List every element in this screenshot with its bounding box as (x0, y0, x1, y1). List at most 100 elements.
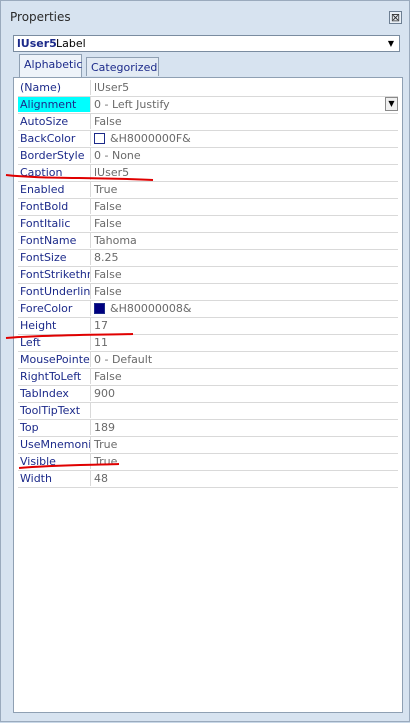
property-row[interactable]: FontSize 8.25 (18, 250, 398, 267)
property-value[interactable]: &H8000000F& (92, 131, 398, 146)
property-row[interactable]: Width 48 (18, 471, 398, 488)
property-row[interactable]: FontStrikethru False (18, 267, 398, 284)
property-value[interactable]: lUser5 (92, 165, 398, 180)
property-value[interactable]: 8.25 (92, 250, 398, 265)
property-row[interactable]: Caption lUser5 (18, 165, 398, 182)
property-value[interactable]: Tahoma (92, 233, 398, 248)
property-row[interactable]: FontUnderline False (18, 284, 398, 301)
property-name: RightToLeft (18, 369, 91, 384)
property-value-text: 48 (94, 472, 108, 485)
property-value[interactable]: 189 (92, 420, 398, 435)
property-name: TabIndex (18, 386, 91, 401)
color-swatch (94, 133, 105, 144)
property-value[interactable]: True (92, 182, 398, 197)
property-name: (Name) (18, 80, 91, 95)
property-value-text: True (94, 438, 118, 451)
property-row[interactable]: Alignment 0 - Left Justify ▼ (18, 97, 398, 114)
property-value-text: 11 (94, 336, 108, 349)
property-value[interactable]: True (92, 454, 398, 469)
property-value[interactable]: 48 (92, 471, 398, 486)
property-value-text: &H8000000F& (110, 132, 191, 145)
property-name: Height (18, 318, 91, 333)
property-value[interactable]: lUser5 (92, 80, 398, 95)
property-value[interactable]: 900 (92, 386, 398, 401)
property-value-text: 17 (94, 319, 108, 332)
property-value-text: 0 - Left Justify (94, 98, 170, 111)
property-row[interactable]: ForeColor &H80000008& (18, 301, 398, 318)
tab-strip: Alphabetic Categorized (13, 54, 403, 78)
property-value[interactable]: False (92, 267, 398, 282)
property-row[interactable]: RightToLeft False (18, 369, 398, 386)
chevron-down-icon[interactable]: ▼ (385, 97, 398, 111)
property-value-text: 0 - None (94, 149, 141, 162)
property-row[interactable]: UseMnemonic True (18, 437, 398, 454)
property-row[interactable]: FontBold False (18, 199, 398, 216)
property-row[interactable]: Height 17 (18, 318, 398, 335)
property-row[interactable]: (Name) lUser5 (18, 80, 398, 97)
property-value-text: lUser5 (94, 166, 130, 179)
tab-categorized[interactable]: Categorized (86, 57, 159, 76)
property-name: AutoSize (18, 114, 91, 129)
property-value[interactable]: 0 - None (92, 148, 398, 163)
property-row[interactable]: AutoSize False (18, 114, 398, 131)
property-name: FontBold (18, 199, 91, 214)
color-swatch (94, 303, 105, 314)
property-value[interactable]: 17 (92, 318, 398, 333)
title-bar: Properties ⊠ (1, 1, 409, 31)
property-name: BackColor (18, 131, 91, 146)
property-grid: (Name) lUser5 Alignment 0 - Left Justify ▼ Au… (18, 80, 398, 488)
property-value-text: True (94, 183, 118, 196)
property-value-text: False (94, 370, 122, 383)
property-value-text: False (94, 217, 122, 230)
property-name: FontName (18, 233, 91, 248)
property-value-text: False (94, 200, 122, 213)
close-icon[interactable]: ⊠ (389, 11, 402, 24)
property-row[interactable]: Enabled True (18, 182, 398, 199)
properties-window: Properties ⊠ lUser5 Label ▼ Alphabetic C… (0, 0, 410, 722)
property-value[interactable]: False (92, 216, 398, 231)
property-value-text: False (94, 268, 122, 281)
property-value[interactable]: True (92, 437, 398, 452)
property-name: Alignment (18, 97, 91, 112)
property-name: UseMnemonic (20, 437, 91, 452)
property-name: ToolTipText (18, 403, 91, 418)
property-value-text: 900 (94, 387, 115, 400)
property-value[interactable] (92, 403, 398, 418)
window-title: Properties (10, 10, 71, 24)
object-name: lUser5 (17, 37, 57, 50)
property-name: Enabled (18, 182, 91, 197)
property-name: FontSize (18, 250, 91, 265)
property-value[interactable]: 11 (92, 335, 398, 350)
property-name: BorderStyle (18, 148, 91, 163)
property-value[interactable]: 0 - Default (92, 352, 398, 367)
object-selector[interactable]: lUser5 Label ▼ (13, 35, 400, 52)
property-value-text: 189 (94, 421, 115, 434)
property-value-text: lUser5 (94, 81, 130, 94)
property-value[interactable]: False (92, 369, 398, 384)
property-name: Visible (18, 454, 91, 469)
property-name: Top (18, 420, 91, 435)
property-value[interactable]: False (92, 284, 398, 299)
property-value[interactable]: False (92, 199, 398, 214)
property-row[interactable]: Left 11 (18, 335, 398, 352)
property-row[interactable]: BackColor &H8000000F& (18, 131, 398, 148)
property-value[interactable]: False (92, 114, 398, 129)
property-name: FontStrikethru (20, 267, 91, 282)
property-row[interactable]: FontName Tahoma (18, 233, 398, 250)
property-value[interactable]: &H80000008& (92, 301, 398, 316)
property-row[interactable]: MousePointer 0 - Default (18, 352, 398, 369)
property-row[interactable]: FontItalic False (18, 216, 398, 233)
property-name: Left (18, 335, 91, 350)
property-row[interactable]: Top 189 (18, 420, 398, 437)
property-row[interactable]: ToolTipText (18, 403, 398, 420)
tab-alphabetic[interactable]: Alphabetic (19, 54, 82, 77)
object-type: Label (56, 37, 86, 50)
chevron-down-icon[interactable]: ▼ (385, 37, 397, 50)
property-value-text: &H80000008& (110, 302, 192, 315)
property-name: ForeColor (18, 301, 91, 316)
property-row[interactable]: TabIndex 900 (18, 386, 398, 403)
property-row[interactable]: Visible True (18, 454, 398, 471)
property-value[interactable]: 0 - Left Justify (92, 97, 398, 112)
property-value-text: False (94, 115, 122, 128)
property-row[interactable]: BorderStyle 0 - None (18, 148, 398, 165)
